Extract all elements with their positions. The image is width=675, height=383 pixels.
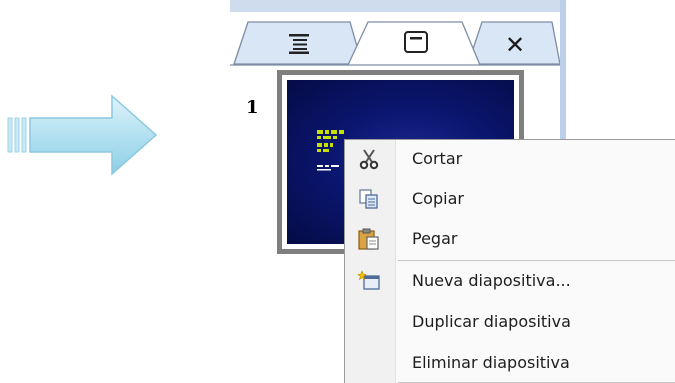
- slides-icon: [404, 31, 428, 53]
- menu-item-label: Duplicar diapositiva: [412, 312, 571, 331]
- menu-item-duplicar-diapositiva[interactable]: Duplicar diapositiva: [345, 303, 675, 341]
- arrow-right-icon: [7, 94, 158, 176]
- menu-item-label: Copiar: [412, 189, 464, 208]
- slide-number: 1: [246, 97, 259, 118]
- close-panel-button[interactable]: ✕: [498, 28, 532, 62]
- paste-icon: [358, 228, 379, 250]
- copy-icon: [359, 189, 378, 209]
- panel-top-border: [230, 0, 566, 12]
- tab-outline[interactable]: [240, 22, 358, 66]
- context-menu: Cortar Copiar Pegar Nueva diapositiva...: [344, 139, 675, 383]
- menu-item-label: Eliminar diapositiva: [412, 353, 570, 372]
- panel-tabstrip: ✕: [230, 12, 560, 66]
- menu-item-pegar[interactable]: Pegar: [345, 220, 675, 258]
- outline-icon: [289, 34, 309, 54]
- new-slide-icon: [357, 270, 380, 290]
- menu-separator: [398, 260, 675, 261]
- scissors-icon: [359, 149, 379, 170]
- menu-item-eliminar-diapositiva[interactable]: Eliminar diapositiva: [345, 344, 675, 382]
- menu-item-copiar[interactable]: Copiar: [345, 180, 675, 218]
- menu-item-label: Nueva diapositiva...: [412, 271, 571, 290]
- menu-item-label: Cortar: [412, 149, 463, 168]
- tab-slides[interactable]: [366, 22, 466, 66]
- menu-item-nueva-diapositiva[interactable]: Nueva diapositiva...: [345, 262, 675, 300]
- menu-item-label: Pegar: [412, 229, 458, 248]
- menu-item-cortar[interactable]: Cortar: [345, 140, 675, 178]
